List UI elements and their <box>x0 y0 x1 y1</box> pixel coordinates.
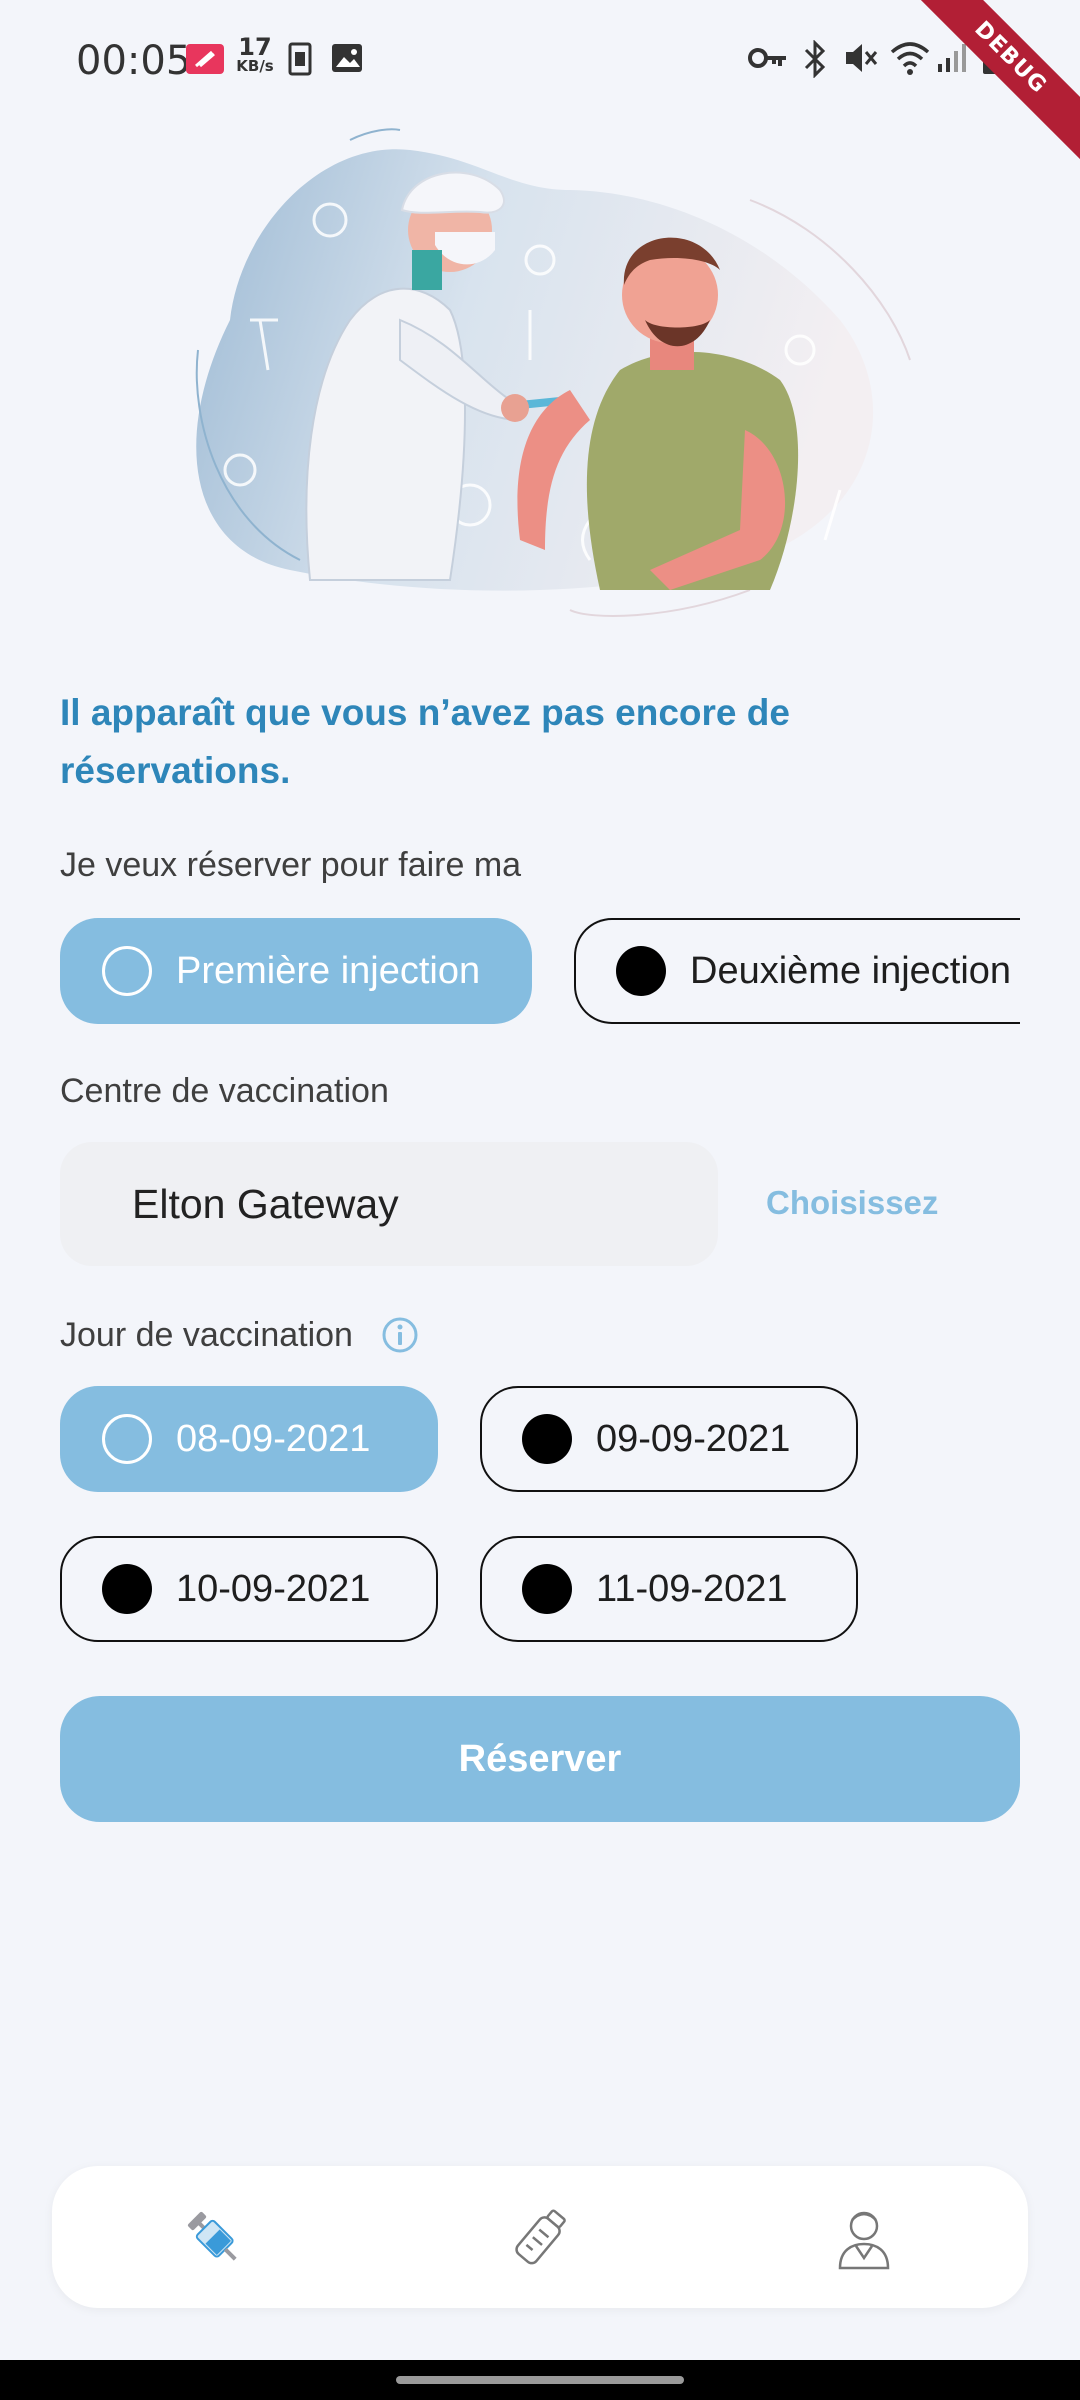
vaccination-illustration <box>195 128 911 617</box>
book-button[interactable]: Réserver <box>60 1696 1020 1822</box>
signal-icon <box>938 44 966 72</box>
option-label: Première injection <box>176 949 481 992</box>
option-label: 08-09-2021 <box>176 1417 371 1460</box>
bottom-navigation <box>52 2166 1028 2308</box>
network-speed: 17 KB/s <box>236 33 274 75</box>
vaccination-center-field[interactable]: Elton Gateway <box>60 1142 718 1266</box>
no-reservations-message: Il apparaît que vous n’avez pas encore d… <box>60 692 790 791</box>
option-label: Deuxième injection <box>690 949 1012 992</box>
sim-icon <box>288 42 312 76</box>
mute-icon <box>846 44 878 72</box>
center-label: Centre de vaccination <box>60 1072 389 1110</box>
choose-center-button[interactable]: Choisissez <box>766 1184 938 1222</box>
status-time: 00:05 <box>76 38 192 84</box>
vpn-key-icon <box>748 48 786 68</box>
radio-unselected-icon <box>522 1414 572 1464</box>
bluetooth-icon <box>804 40 826 78</box>
radio-unselected-icon <box>522 1564 572 1614</box>
day-label: Jour de vaccination <box>60 1316 353 1354</box>
home-indicator[interactable] <box>396 2376 684 2384</box>
day-option-4[interactable]: 11-09-2021 <box>480 1536 858 1642</box>
vaccine-vial-icon[interactable] <box>504 2202 576 2274</box>
app-notification-icon <box>186 44 224 74</box>
option-label: 10-09-2021 <box>176 1567 371 1610</box>
radio-selected-icon <box>102 946 152 996</box>
day-option-3[interactable]: 10-09-2021 <box>60 1536 438 1642</box>
injection-label: Je veux réserver pour faire ma <box>60 846 522 884</box>
second-injection-option[interactable]: Deuxième injection <box>574 918 1020 1024</box>
option-label: 11-09-2021 <box>596 1567 788 1610</box>
option-label: 09-09-2021 <box>596 1417 791 1460</box>
radio-unselected-icon <box>616 946 666 996</box>
info-icon[interactable] <box>381 1316 419 1354</box>
center-value: Elton Gateway <box>132 1180 399 1227</box>
day-option-1[interactable]: 08-09-2021 <box>60 1386 438 1492</box>
syringe-icon[interactable] <box>178 2202 250 2274</box>
wifi-icon <box>890 42 930 75</box>
gallery-icon <box>332 44 362 72</box>
radio-unselected-icon <box>102 1564 152 1614</box>
day-option-2[interactable]: 09-09-2021 <box>480 1386 858 1492</box>
status-bar: 00:05 17 KB/s DEBUG <box>0 0 1080 173</box>
first-injection-option[interactable]: Première injection <box>60 918 532 1024</box>
radio-selected-icon <box>102 1414 152 1464</box>
doctor-profile-icon[interactable] <box>828 2202 900 2274</box>
